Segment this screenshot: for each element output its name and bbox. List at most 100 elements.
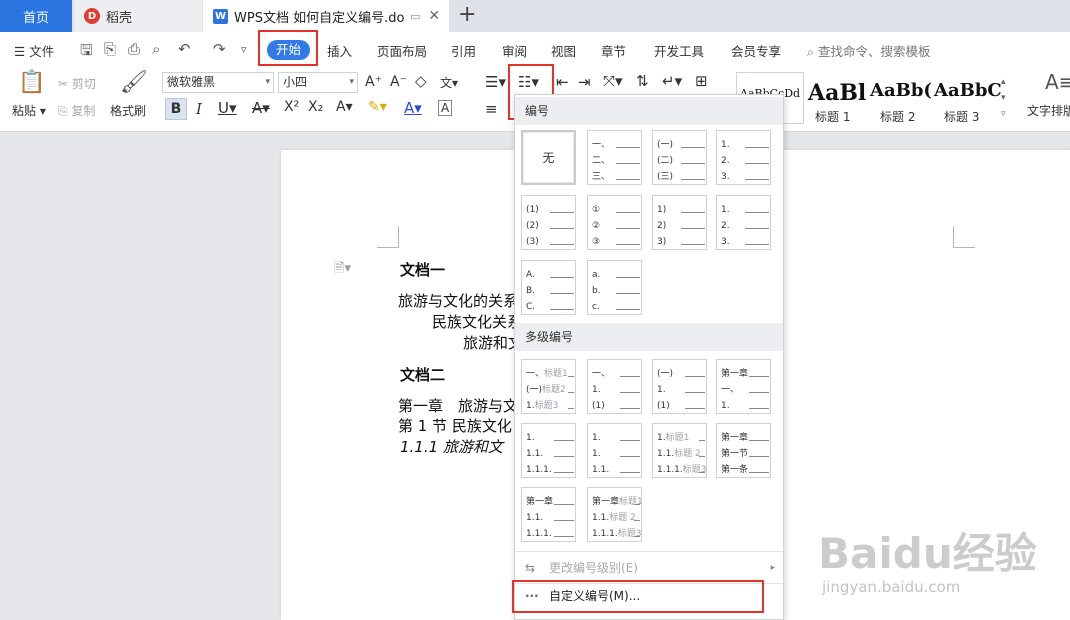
decrease-indent-icon[interactable]: ⇤ [556, 73, 569, 91]
text-effect-button[interactable]: A▾ [336, 99, 353, 115]
cut-button[interactable]: ✂ 剪切 [58, 75, 96, 92]
tab-page-layout[interactable]: 页面布局 [377, 41, 427, 60]
increase-indent-icon[interactable]: ⇥ [578, 73, 591, 91]
multilevel-numbering-option[interactable]: 第一章 一、 1. [716, 359, 771, 414]
tab-developer[interactable]: 开发工具 [654, 41, 704, 60]
numbering-level-line: 1.1. [526, 448, 574, 460]
numbering-option[interactable]: 一、 二、 三、 [587, 130, 642, 185]
format-painter-button[interactable]: 格式刷 [110, 102, 146, 119]
multilevel-numbering-option[interactable]: 第一章标题1 1.1.标题 2 1.1.1.标题3 [587, 487, 643, 542]
copy-button[interactable]: ⎘ 复制 [58, 102, 95, 119]
file-menu-button[interactable]: ☰ 文件 [14, 41, 54, 60]
paste-button[interactable]: 粘贴 ▾ [12, 102, 46, 119]
save-icon[interactable]: 🖫 [80, 40, 93, 65]
numbering-option[interactable]: A. B. C. [521, 260, 576, 315]
style-heading-2[interactable]: AaBb( 标题 2 [870, 72, 936, 124]
print-preview-icon[interactable]: ⌕ [152, 40, 160, 58]
subscript-button[interactable]: X₂ [308, 99, 323, 115]
numbering-option[interactable]: (1) (2) (3) [521, 195, 576, 250]
style-heading-3[interactable]: AaBbC 标题 3 [934, 72, 1002, 124]
text-placeholder-line [616, 179, 640, 180]
undo-icon[interactable]: ↶ [178, 40, 191, 58]
text-layout-icon[interactable]: A≡ [1045, 70, 1070, 94]
font-color-button[interactable]: A▾ [404, 99, 422, 117]
paragraph-handle-icon[interactable]: 🗎▾ [334, 259, 351, 281]
doc-line[interactable]: 旅游与文化的关系 [398, 290, 518, 311]
shrink-font-icon[interactable]: A⁻ [390, 74, 407, 90]
underline-button[interactable]: U▾ [218, 99, 237, 117]
change-numbering-level-item[interactable]: ⇆ 更改编号级别(E) ▸ [515, 554, 783, 582]
close-tab-icon[interactable]: ✕ [428, 8, 440, 24]
multilevel-numbering-option[interactable]: 一、 1. (1) [587, 359, 642, 414]
command-search[interactable]: ⌕ 查找命令、搜索模板 [807, 41, 931, 60]
text-placeholder-line [749, 440, 769, 441]
clear-format-icon[interactable]: ◇ [415, 72, 427, 90]
redo-icon[interactable]: ↷ [213, 40, 226, 58]
tab-references[interactable]: 引用 [451, 41, 476, 60]
print-icon[interactable]: ⎙ [128, 40, 140, 58]
chinese-layout-icon[interactable]: ⤧▾ [603, 72, 623, 90]
numbering-level-line: 一、 [721, 384, 769, 396]
customize-quickbar-icon[interactable]: ▿ [241, 43, 247, 56]
multilevel-numbering-option[interactable]: 一、标题1 (一)标题2 1.标题3 [521, 359, 576, 414]
export-pdf-icon[interactable]: ⎘ [104, 40, 116, 58]
monitor-icon[interactable]: ▭ [410, 10, 420, 23]
tab-member[interactable]: 会员专享 [731, 41, 781, 60]
align-left-icon[interactable]: ≡ [485, 100, 498, 118]
numbering-option[interactable]: a. b. c. [587, 260, 642, 315]
tab-document[interactable]: W WPS文档 如何自定义编号.docx ▭ ✕ [203, 0, 449, 32]
sort-icon[interactable]: ⇅ [636, 72, 649, 90]
numbering-level-label: 1. [526, 433, 535, 443]
numbering-level-label: B. [526, 286, 536, 296]
style-heading-1[interactable]: AaBl 标题 1 [806, 72, 872, 124]
numbering-option[interactable]: 1. 2. 3. [716, 195, 771, 250]
tab-daoke[interactable]: D 稻壳 [74, 0, 202, 32]
italic-button[interactable]: I [196, 100, 202, 118]
doc-line[interactable]: 1.1.1 旅游和文 [400, 436, 503, 457]
show-marks-icon[interactable]: ↵▾ [662, 72, 682, 90]
tab-section[interactable]: 章节 [601, 41, 626, 60]
font-name-select[interactable]: 微软雅黑 ▾ [162, 72, 274, 93]
numbering-option[interactable]: 1. 2. 3. [716, 130, 771, 185]
bullet-list-icon[interactable]: ☰▾ [485, 73, 506, 91]
paste-icon[interactable]: 📋 [18, 70, 45, 95]
new-tab-icon[interactable]: + [458, 3, 476, 27]
style-gallery-scroll[interactable]: ▴ ▾ ▿ [1001, 74, 1006, 122]
doc-line[interactable]: 第一章 旅游与文 [398, 395, 518, 416]
phonetic-guide-icon[interactable]: 文▾ [440, 74, 458, 91]
multilevel-numbering-option[interactable]: 第一章 第一节 第一条 [716, 423, 771, 478]
character-border-icon[interactable]: A [438, 100, 453, 116]
grow-font-icon[interactable]: A⁺ [365, 74, 382, 90]
tab-view[interactable]: 视图 [551, 41, 576, 60]
tab-home[interactable]: 首页 [0, 0, 72, 32]
doc-line[interactable]: 文档二 [400, 364, 445, 385]
doc-line[interactable]: 民族文化关系 [432, 311, 522, 332]
tab-stops-icon[interactable]: ⊞ [695, 72, 708, 90]
highlight-color-icon[interactable]: ✎▾ [368, 99, 387, 115]
doc-line[interactable]: 第 1 节 民族文化 [398, 415, 512, 436]
tab-review[interactable]: 审阅 [502, 41, 527, 60]
strikethrough-button[interactable]: A▾ [252, 99, 270, 117]
multilevel-numbering-option[interactable]: 1. 1.1. 1.1.1. [521, 423, 576, 478]
numbering-level-line: c. [592, 301, 640, 313]
numbering-level-label: ③ [592, 237, 601, 247]
doc-line[interactable]: 文档一 [400, 259, 445, 280]
multilevel-numbering-option[interactable]: (一) 1. (1) [652, 359, 707, 414]
bold-button[interactable]: B [165, 98, 187, 120]
numbering-level-line: ② [592, 220, 640, 232]
multilevel-numbering-option[interactable]: 1.标题1 1.1.标题 2 1.1.1.标题3 [652, 423, 707, 478]
tab-insert[interactable]: 插入 [327, 41, 352, 60]
numbering-option[interactable]: 1) 2) 3) [652, 195, 707, 250]
numbering-option[interactable]: ① ② ③ [587, 195, 642, 250]
numbering-level-line: (3) [526, 236, 574, 248]
numbering-level-label: 1. [721, 140, 730, 150]
text-layout-button[interactable]: 文字排版 [1027, 102, 1070, 119]
multilevel-numbering-option[interactable]: 第一章 1.1. 1.1.1. [521, 487, 576, 542]
numbering-level-line: 1. [592, 448, 640, 460]
superscript-button[interactable]: X² [284, 99, 299, 115]
numbering-option[interactable]: (一) (二) (三) [652, 130, 707, 185]
multilevel-numbering-option[interactable]: 1. 1. 1.1. [587, 423, 642, 478]
numbering-none-option[interactable]: 无 [521, 130, 576, 185]
font-size-select[interactable]: 小四 ▾ [278, 72, 358, 93]
format-painter-icon[interactable]: 🖌 [120, 70, 148, 95]
